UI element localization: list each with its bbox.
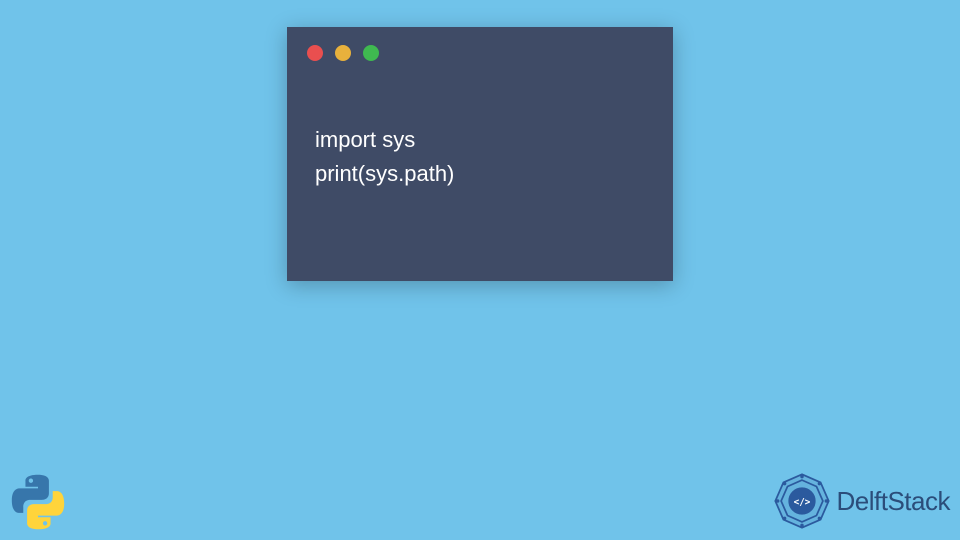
delftstack-text: DelftStack	[837, 486, 951, 517]
svg-text:</>: </>	[793, 497, 810, 508]
code-line: import sys	[315, 123, 645, 157]
code-line: print(sys.path)	[315, 157, 645, 191]
python-logo-icon	[8, 472, 68, 532]
delftstack-badge-icon: </>	[773, 472, 831, 530]
code-content: import sys print(sys.path)	[287, 61, 673, 191]
close-icon[interactable]	[307, 45, 323, 61]
delftstack-logo: </> DelftStack	[773, 472, 951, 530]
maximize-icon[interactable]	[363, 45, 379, 61]
traffic-lights	[287, 27, 673, 61]
minimize-icon[interactable]	[335, 45, 351, 61]
code-window: import sys print(sys.path)	[287, 27, 673, 281]
